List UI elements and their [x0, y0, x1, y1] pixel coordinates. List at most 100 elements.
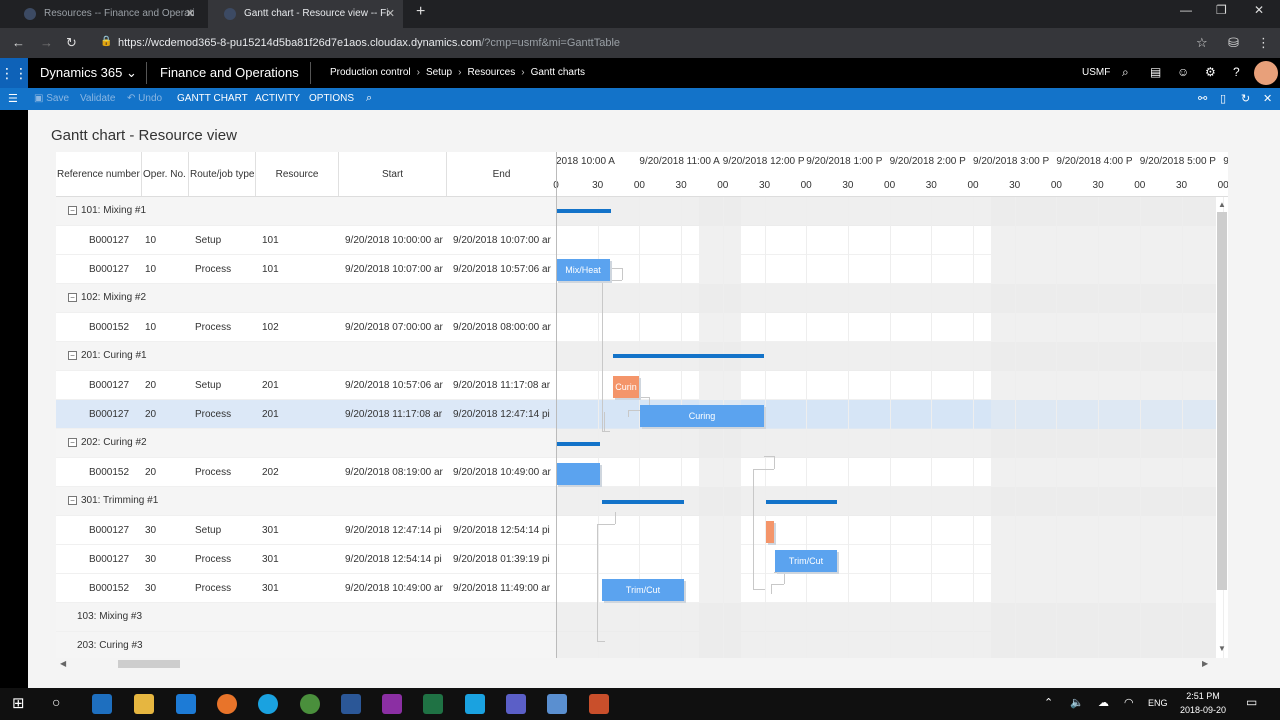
- back-icon[interactable]: ←: [12, 35, 25, 50]
- cortana-icon[interactable]: ○: [52, 694, 60, 710]
- timeline-row[interactable]: [556, 313, 1216, 342]
- edge-icon[interactable]: [176, 694, 196, 714]
- collapse-icon[interactable]: −: [68, 293, 77, 302]
- teams-icon[interactable]: [506, 694, 526, 714]
- timeline-row[interactable]: [556, 458, 1216, 487]
- browser-tab-gantt[interactable]: Gantt chart - Resource view -- Fi ✕: [208, 0, 403, 28]
- close-icon[interactable]: ✕: [1263, 92, 1272, 105]
- app-icon[interactable]: [547, 694, 567, 714]
- browser-tab-resources[interactable]: Resources -- Finance and Operati ✕: [8, 0, 203, 28]
- skype-business-icon[interactable]: [465, 694, 485, 714]
- windows-start-icon[interactable]: ⊞: [12, 694, 25, 712]
- message-icon[interactable]: ▤: [1150, 65, 1161, 79]
- help-icon[interactable]: ?: [1233, 65, 1240, 79]
- gear-icon[interactable]: ⚙: [1205, 65, 1216, 79]
- onenote-icon[interactable]: [382, 694, 402, 714]
- close-tab-icon[interactable]: ✕: [186, 0, 195, 28]
- wifi-icon[interactable]: ◠: [1124, 696, 1134, 709]
- gantt-bar-curing-2[interactable]: [556, 463, 600, 485]
- grid-splitter[interactable]: [556, 152, 557, 658]
- maximize-icon[interactable]: ❐: [1216, 3, 1227, 17]
- close-window-icon[interactable]: ✕: [1254, 3, 1264, 17]
- breadcrumb-item[interactable]: Resources: [467, 67, 515, 78]
- notification-icon[interactable]: ▭: [1246, 695, 1257, 709]
- clock-time[interactable]: 2:51 PM: [1178, 691, 1228, 701]
- tab-activity[interactable]: ACTIVITY: [255, 93, 300, 104]
- minimize-icon[interactable]: —: [1180, 3, 1192, 17]
- refresh-icon[interactable]: ↻: [1241, 92, 1250, 105]
- collapse-icon[interactable]: −: [68, 351, 77, 360]
- firefox-icon[interactable]: [217, 694, 237, 714]
- clock-date[interactable]: 2018-09-20: [1176, 705, 1230, 715]
- forward-icon[interactable]: →: [40, 35, 53, 50]
- scroll-thumb[interactable]: [1217, 212, 1227, 590]
- timeline-row[interactable]: [556, 545, 1216, 574]
- brand-menu[interactable]: Dynamics 365 ⌄: [40, 65, 137, 81]
- scroll-up-icon[interactable]: ▲: [1218, 200, 1226, 209]
- reload-icon[interactable]: ↻: [66, 35, 77, 51]
- column-header-reference[interactable]: Reference number: [56, 152, 142, 196]
- file-explorer-icon[interactable]: [134, 694, 154, 714]
- url-field[interactable]: https://wcdemod365-8-pu15214d5ba81f26d7e…: [118, 37, 620, 49]
- bookmark-star-icon[interactable]: ☆: [1196, 35, 1208, 51]
- chrome-icon[interactable]: [300, 694, 320, 714]
- scroll-left-icon[interactable]: ◀: [60, 659, 66, 668]
- timeline-row[interactable]: [556, 284, 1216, 313]
- breadcrumb-item[interactable]: Gantt charts: [531, 67, 585, 78]
- breadcrumb-item[interactable]: Setup: [426, 67, 452, 78]
- connect-icon[interactable]: ⚯: [1198, 92, 1207, 105]
- tab-options[interactable]: OPTIONS: [309, 93, 354, 104]
- tray-chevron-up-icon[interactable]: ⌃: [1044, 696, 1053, 709]
- collapse-icon[interactable]: −: [68, 206, 77, 215]
- timeline-row[interactable]: [556, 197, 1216, 226]
- onedrive-icon[interactable]: ☁: [1098, 696, 1109, 709]
- scroll-right-icon[interactable]: ▶: [1202, 659, 1208, 668]
- column-header-route-job-type[interactable]: Route/job type: [189, 152, 256, 196]
- menu-dots-icon[interactable]: ⋮: [1257, 35, 1270, 51]
- new-tab-icon[interactable]: +: [416, 3, 425, 21]
- extension-icon[interactable]: ⛁: [1228, 35, 1239, 51]
- gantt-bar-mix-heat[interactable]: Mix/Heat: [556, 259, 610, 281]
- horizontal-scrollbar[interactable]: ◀ ▶: [56, 658, 1228, 670]
- timeline-row[interactable]: [556, 255, 1216, 284]
- gantt-bar-curing-setup[interactable]: Curin: [613, 376, 639, 398]
- powerpoint-icon[interactable]: [589, 694, 609, 714]
- feedback-smiley-icon[interactable]: ☺: [1177, 65, 1189, 79]
- save-button[interactable]: ▣ Save: [34, 93, 69, 104]
- language-indicator[interactable]: ENG: [1148, 698, 1168, 708]
- tab-gantt-chart[interactable]: GANTT CHART: [177, 93, 248, 104]
- avatar[interactable]: [1254, 61, 1278, 85]
- gantt-bar-trim-setup[interactable]: [766, 521, 774, 543]
- gantt-bar-trim-cut-2[interactable]: Trim/Cut: [602, 579, 684, 601]
- skype-icon[interactable]: [258, 694, 278, 714]
- hamburger-menu-icon[interactable]: ☰: [8, 92, 18, 105]
- column-header-start[interactable]: Start: [339, 152, 447, 196]
- gantt-bar-trim-cut-1[interactable]: Trim/Cut: [775, 550, 837, 572]
- timeline-row[interactable]: [556, 516, 1216, 545]
- collapse-icon[interactable]: −: [68, 438, 77, 447]
- undo-button[interactable]: ↶ Undo: [127, 93, 162, 104]
- app-launcher-icon[interactable]: ⋮⋮: [0, 58, 28, 88]
- close-tab-icon[interactable]: ✕: [386, 0, 395, 28]
- collapse-icon[interactable]: −: [68, 496, 77, 505]
- timeline-row[interactable]: [556, 632, 1216, 658]
- scroll-down-icon[interactable]: ▼: [1218, 644, 1226, 653]
- breadcrumb-item[interactable]: Production control: [330, 67, 411, 78]
- company-picker[interactable]: USMF: [1082, 67, 1110, 78]
- column-header-resource[interactable]: Resource: [256, 152, 339, 196]
- excel-icon[interactable]: [423, 694, 443, 714]
- module-name[interactable]: Finance and Operations: [160, 65, 299, 80]
- search-icon[interactable]: ⌕: [366, 92, 372, 105]
- scroll-thumb[interactable]: [118, 660, 180, 668]
- gantt-bar-curing[interactable]: Curing: [640, 405, 764, 427]
- column-header-oper-no[interactable]: Oper. No.: [142, 152, 189, 196]
- volume-icon[interactable]: 🔈: [1070, 696, 1084, 709]
- outlook-icon[interactable]: [92, 694, 112, 714]
- timeline-row[interactable]: [556, 603, 1216, 632]
- validate-button[interactable]: Validate: [80, 93, 115, 104]
- vertical-scrollbar[interactable]: ▲ ▼: [1216, 200, 1228, 655]
- timeline-row[interactable]: [556, 371, 1216, 400]
- search-icon[interactable]: ⌕: [1122, 65, 1129, 80]
- word-icon[interactable]: [341, 694, 361, 714]
- column-header-end[interactable]: End: [447, 152, 556, 196]
